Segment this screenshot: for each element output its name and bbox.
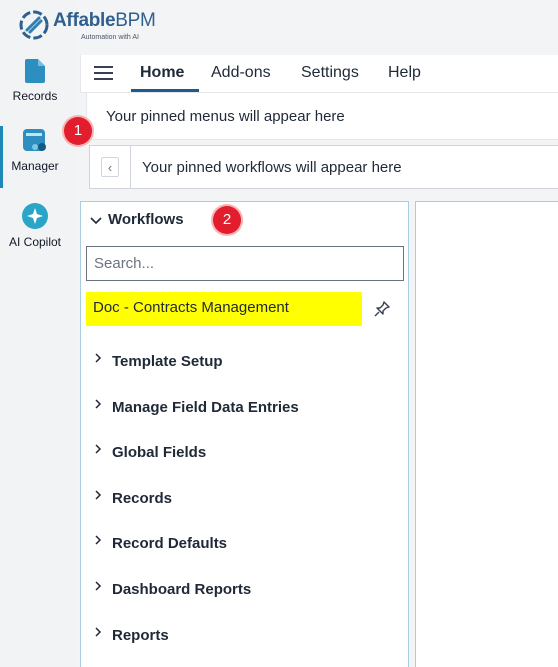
tab-add-ons[interactable]: Add-ons (211, 64, 271, 82)
workflow-search-input[interactable] (86, 246, 404, 281)
workflows-panel: Workflows Doc - Contracts Management Tem… (80, 201, 409, 667)
workflow-item-highlighted[interactable]: Doc - Contracts Management (86, 292, 362, 326)
left-rail: AffableBPM Automation with AI Records Ma… (0, 0, 156, 667)
chevron-right-icon (95, 627, 102, 637)
hamburger-menu-icon[interactable] (94, 66, 113, 80)
workflow-item-label: Dashboard Reports (112, 580, 252, 598)
chevron-right-icon (95, 353, 102, 363)
ai-copilot-icon (22, 203, 48, 229)
pinned-workflows-scroll-left[interactable]: ‹ (90, 146, 131, 188)
workflow-item-dashboard-reports[interactable]: Dashboard Reports (81, 574, 410, 620)
rail-label-records: Records (12, 89, 58, 103)
rail-label-manager: Manager (11, 159, 59, 173)
workflow-item-records[interactable]: Records (81, 483, 410, 529)
chevron-right-icon (95, 399, 102, 409)
brand-name: AffableBPM (53, 10, 156, 31)
workflow-item-label: Record Defaults (112, 535, 228, 553)
chevron-right-icon (95, 535, 102, 545)
workflow-item-record-defaults[interactable]: Record Defaults (81, 528, 410, 574)
workflows-title: Workflows (108, 211, 184, 228)
rail-item-ai-copilot[interactable]: AI Copilot (0, 202, 70, 249)
workflow-item-label: Reports (112, 626, 169, 644)
chevron-right-icon (95, 444, 102, 454)
chevron-down-icon (90, 217, 102, 225)
tab-home[interactable]: Home (140, 64, 184, 82)
annotation-badge-2: 2 (213, 206, 241, 234)
workflow-list: Template Setup Manage Field Data Entries… (81, 346, 410, 665)
workflow-item-label: Doc - Contracts Management (93, 299, 289, 316)
pinned-workflows-bar: ‹ Your pinned workflows will appear here (89, 145, 558, 189)
pin-icon[interactable] (373, 300, 391, 318)
brand-tagline: Automation with AI (81, 34, 139, 41)
workflows-header[interactable]: Workflows (90, 211, 184, 228)
tab-help[interactable]: Help (388, 64, 421, 82)
records-icon (25, 59, 45, 83)
workflow-item-label: Global Fields (112, 444, 207, 462)
rail-label-ai-copilot: AI Copilot (8, 235, 62, 249)
tab-settings[interactable]: Settings (301, 64, 359, 82)
workflow-item-global-fields[interactable]: Global Fields (81, 437, 410, 483)
chevron-right-icon (95, 490, 102, 500)
workflow-item-reports[interactable]: Reports (81, 620, 410, 666)
workflow-item-manage-field-data-entries[interactable]: Manage Field Data Entries (81, 392, 410, 438)
pinned-menus-text: Your pinned menus will appear here (106, 108, 345, 125)
workflow-item-template-setup[interactable]: Template Setup (81, 346, 410, 392)
chevron-right-icon (95, 581, 102, 591)
workflow-item-label: Records (112, 489, 173, 507)
chevron-left-icon: ‹ (101, 157, 119, 177)
annotation-badge-1: 1 (64, 117, 92, 145)
content-panel (415, 201, 558, 667)
manager-icon (23, 129, 46, 151)
workflow-item-label: Manage Field Data Entries (112, 398, 299, 416)
pinned-menus-bar: Your pinned menus will appear here (86, 92, 558, 140)
pinned-workflows-text: Your pinned workflows will appear here (142, 159, 402, 176)
top-nav: Home Add-ons Settings Help (80, 55, 558, 93)
logo-mark-icon (19, 10, 49, 40)
rail-item-records[interactable]: Records (0, 58, 70, 103)
rail-item-manager[interactable]: Manager (0, 128, 70, 186)
brand-logo[interactable]: AffableBPM Automation with AI (18, 8, 156, 48)
workflow-item-label: Template Setup (112, 353, 223, 370)
